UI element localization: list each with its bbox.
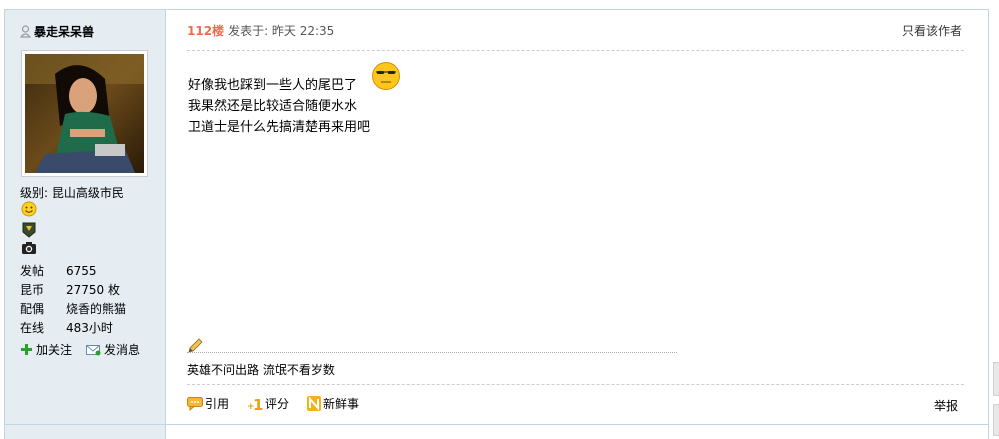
header-divider	[187, 50, 964, 51]
stat-coins: 昆币 27750 枚	[20, 281, 160, 300]
news-button[interactable]: 新鲜事	[307, 395, 359, 412]
rate-button[interactable]: + 1 评分	[247, 395, 289, 412]
post-content: 好像我也踩到一些人的尾巴了 我果然还是比较适合随便水水 卫道士是什么先搞清楚再来…	[188, 75, 370, 138]
post-line: 好像我也踩到一些人的尾巴了	[188, 78, 358, 93]
post-time: 发表于: 昨天 22:35	[228, 24, 335, 38]
sunglasses-emoji-icon	[372, 62, 400, 90]
quote-label: 引用	[205, 397, 230, 411]
rate-label: 评分	[265, 397, 290, 411]
news-n-icon	[307, 396, 322, 411]
stat-value: 483小时	[66, 321, 113, 335]
follow-label: 加关注	[36, 343, 73, 357]
scroll-tab-bottom[interactable]	[993, 404, 999, 436]
camera-badge-icon	[22, 242, 36, 254]
only-author-link[interactable]: 只看该作者	[902, 22, 962, 39]
news-label: 新鲜事	[323, 397, 360, 411]
message-label: 发消息	[104, 343, 141, 357]
message-button[interactable]: 发消息	[86, 341, 140, 358]
offline-user-icon	[20, 25, 31, 38]
author-name[interactable]: 暴走呆呆兽	[20, 23, 94, 40]
stat-label: 昆币	[20, 283, 45, 297]
user-stats: 发帖 6755 昆币 27750 枚 配偶 烧香的熊猫 在线 483小时	[20, 262, 160, 338]
post-line: 我果然还是比较适合随便水水	[188, 99, 358, 114]
avatar	[25, 54, 144, 173]
medal-badge-icon	[22, 222, 36, 238]
stat-label: 配偶	[20, 302, 45, 316]
stat-value: 27750 枚	[66, 283, 120, 297]
report-link[interactable]: 举报	[934, 397, 958, 414]
svg-text:1: 1	[253, 396, 263, 412]
stat-value[interactable]: 烧香的熊猫	[66, 300, 126, 319]
quote-button[interactable]: 引用	[187, 395, 229, 412]
footer-divider	[187, 384, 964, 385]
stat-label: 在线	[20, 321, 45, 335]
rate-plus-one-icon: + 1	[247, 396, 263, 412]
avatar-frame[interactable]	[21, 50, 148, 177]
stat-online: 在线 483小时	[20, 319, 160, 338]
signature-divider	[187, 352, 677, 353]
level-label: 级别:	[20, 186, 52, 200]
post-header: 112楼 发表于: 昨天 22:35 只看该作者	[187, 22, 962, 39]
user-level: 级别: 昆山高级市民	[20, 184, 124, 201]
stat-spouse: 配偶 烧香的熊猫	[20, 300, 160, 319]
post-toolbar: 引用 + 1 评分 新鲜事	[187, 395, 359, 412]
scroll-tab-top[interactable]	[993, 362, 999, 396]
user-actions: 加关注 发消息	[20, 341, 140, 358]
author-name-text: 暴走呆呆兽	[34, 25, 95, 39]
stat-value[interactable]: 6755	[66, 262, 97, 281]
post-line: 卫道士是什么先搞清楚再来用吧	[188, 120, 371, 135]
signature: 英雄不问出路 流氓不看岁数	[187, 363, 335, 377]
envelope-icon	[86, 344, 101, 355]
stat-label: 发帖	[20, 264, 45, 278]
stat-posts: 发帖 6755	[20, 262, 160, 281]
level-value: 昆山高级市民	[51, 186, 124, 200]
post-divider	[5, 424, 989, 425]
plus-icon	[21, 344, 32, 355]
smiley-badge-icon	[21, 201, 37, 217]
quote-icon	[187, 396, 203, 411]
follow-button[interactable]: 加关注	[20, 341, 72, 358]
floor-number[interactable]: 112楼	[187, 22, 224, 39]
